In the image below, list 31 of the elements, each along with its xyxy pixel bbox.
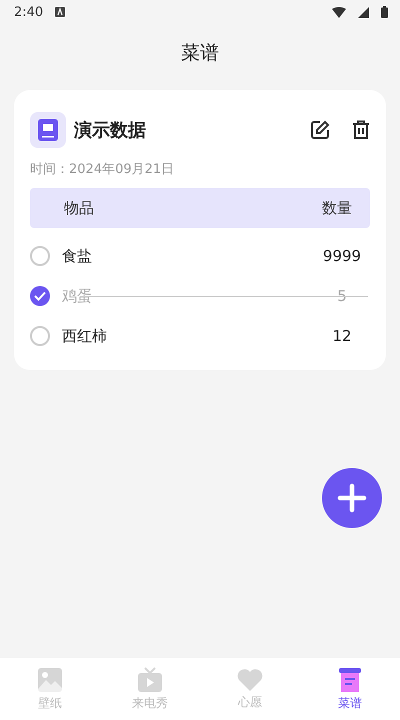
item-checkbox[interactable] — [30, 286, 50, 306]
column-header: 数量 — [322, 198, 352, 218]
scroll-icon — [338, 666, 362, 692]
notification-icon — [55, 7, 66, 17]
delete-icon[interactable] — [352, 120, 370, 140]
edit-icon[interactable] — [310, 120, 330, 140]
item-quantity: 9999 — [322, 247, 362, 265]
item-quantity: 12 — [331, 327, 353, 345]
item-checkbox[interactable] — [30, 246, 50, 266]
item-name: 西红柿 — [62, 326, 108, 346]
book-icon — [30, 112, 66, 148]
page-title: 菜谱 — [181, 41, 219, 66]
item-name: 食盐 — [62, 246, 93, 266]
battery-icon — [381, 6, 388, 18]
check-icon — [34, 291, 46, 301]
nav-tab[interactable]: 壁纸 — [0, 658, 100, 720]
plus-icon — [337, 483, 367, 513]
recipe-title: 演示数据 — [74, 119, 147, 142]
item-name: 鸡蛋 — [62, 286, 93, 306]
heart-icon — [237, 668, 263, 692]
column-header: 物品 — [64, 198, 94, 218]
nav-tab[interactable]: 来电秀 — [100, 658, 200, 720]
nav-tab[interactable]: 心愿 — [200, 658, 300, 720]
nav-tab[interactable]: 菜谱 — [300, 658, 400, 720]
wifi-icon — [332, 6, 346, 18]
tv-play-icon — [137, 666, 163, 692]
image-icon — [37, 666, 63, 692]
signal-icon — [358, 6, 369, 18]
recipe-date: 时间：2024年09月21日 — [30, 161, 176, 178]
status-time: 2:40 — [14, 4, 44, 20]
item-checkbox[interactable] — [30, 326, 50, 346]
